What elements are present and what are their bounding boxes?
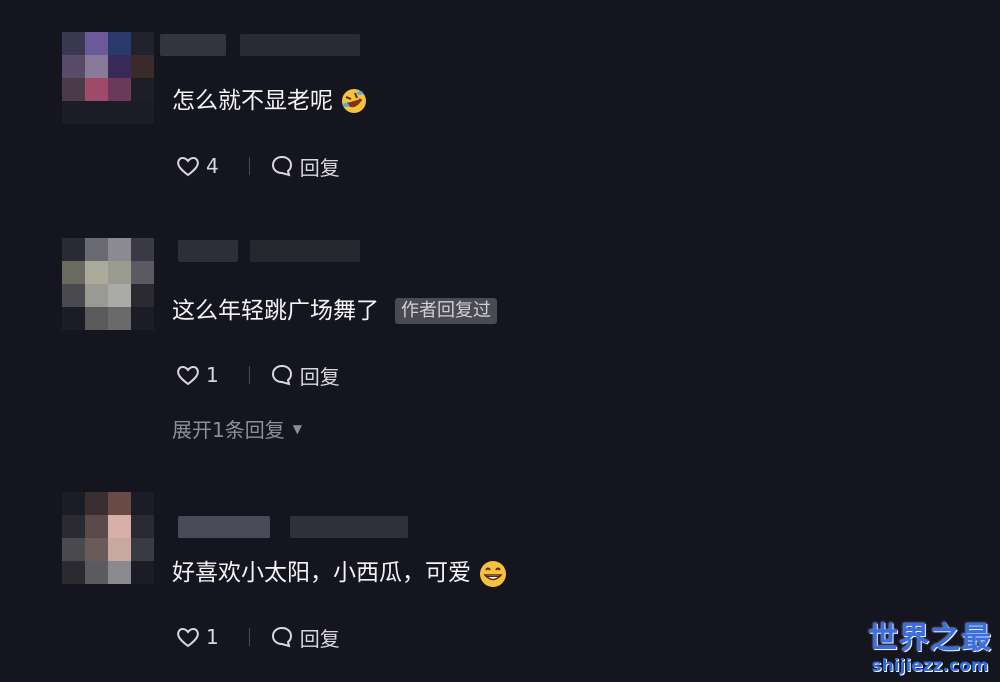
site-watermark: 世界之最 shijiezz.com xyxy=(868,621,992,677)
avatar[interactable] xyxy=(62,32,154,124)
comment-actions: 1 回复 xyxy=(176,360,340,390)
watermark-url: shijiezz.com xyxy=(871,656,989,676)
comment-actions: 4 回复 xyxy=(176,151,340,181)
comment-text-row: 这么年轻跳广场舞了 作者回复过 xyxy=(172,296,497,326)
comment-item: 这么年轻跳广场舞了 作者回复过 1 回复 展开1条回复 ▼ xyxy=(0,200,1000,460)
comment-item: 怎么就不显老呢 4 回复 xyxy=(0,0,1000,200)
username-blurred[interactable] xyxy=(178,240,238,262)
reply-button[interactable]: 回复 xyxy=(270,361,340,390)
comment-actions: 1 回复 xyxy=(176,622,340,652)
divider xyxy=(248,157,250,175)
comment-item: 好喜欢小太阳，小西瓜，可爱 1 回复 xyxy=(0,470,1000,682)
username-blurred xyxy=(240,34,360,56)
like-button[interactable]: 4 xyxy=(176,154,219,178)
username-blurred[interactable] xyxy=(160,34,226,56)
speech-bubble-icon xyxy=(270,363,294,387)
heart-outline-icon xyxy=(176,626,200,648)
like-button[interactable]: 1 xyxy=(176,625,219,649)
expand-replies-label: 展开1条回复 xyxy=(172,418,285,442)
username-blurred xyxy=(250,240,360,262)
like-count: 1 xyxy=(206,363,219,387)
comment-text: 这么年轻跳广场舞了 xyxy=(172,298,379,324)
reply-button[interactable]: 回复 xyxy=(270,152,340,181)
comment-text: 好喜欢小太阳，小西瓜，可爱 xyxy=(172,560,471,586)
avatar[interactable] xyxy=(62,492,154,584)
like-button[interactable]: 1 xyxy=(176,363,219,387)
comment-text-row: 怎么就不显老呢 xyxy=(172,86,367,116)
divider xyxy=(248,366,250,384)
speech-bubble-icon xyxy=(270,154,294,178)
grin-emoji-icon xyxy=(479,560,506,587)
expand-replies-link[interactable]: 展开1条回复 ▼ xyxy=(172,414,302,443)
caret-down-icon: ▼ xyxy=(292,421,302,436)
watermark-title: 世界之最 xyxy=(868,621,992,656)
rofl-emoji-icon xyxy=(341,88,367,114)
heart-outline-icon xyxy=(176,364,200,386)
reply-button[interactable]: 回复 xyxy=(270,623,340,652)
speech-bubble-icon xyxy=(270,625,294,649)
username-blurred[interactable] xyxy=(178,516,270,538)
comment-text-row: 好喜欢小太阳，小西瓜，可爱 xyxy=(172,558,506,588)
avatar[interactable] xyxy=(62,238,154,330)
like-count: 1 xyxy=(206,625,219,649)
heart-outline-icon xyxy=(176,155,200,177)
reply-label: 回复 xyxy=(299,364,340,389)
like-count: 4 xyxy=(206,154,219,178)
comment-text: 怎么就不显老呢 xyxy=(172,88,333,114)
divider xyxy=(248,628,250,646)
reply-label: 回复 xyxy=(299,626,340,651)
username-blurred xyxy=(290,516,408,538)
reply-label: 回复 xyxy=(299,155,340,180)
author-replied-badge: 作者回复过 xyxy=(395,298,497,324)
